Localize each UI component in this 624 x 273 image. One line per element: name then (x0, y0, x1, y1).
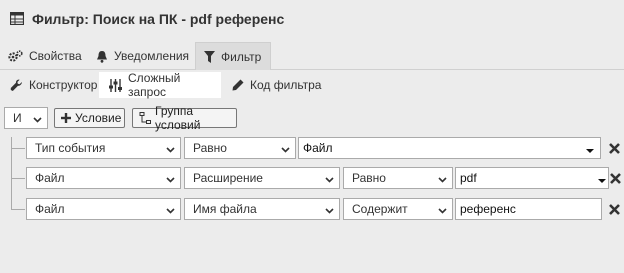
wrench-icon (10, 79, 23, 92)
close-icon (608, 142, 620, 154)
tab-properties-label: Свойства (29, 49, 82, 63)
chevron-down-icon (438, 204, 447, 218)
chevron-down-icon (281, 143, 290, 157)
pencil-icon (232, 79, 244, 91)
condition-operator-value: Содержит (352, 202, 408, 216)
bell-icon (96, 50, 108, 63)
filter-subtabs: Конструктор Сложный запрос Код фильтра (0, 71, 624, 100)
tab-properties[interactable]: Свойства (0, 42, 86, 70)
table-icon (9, 11, 25, 28)
tree-branch (11, 178, 25, 179)
sliders-icon (109, 78, 122, 92)
chevron-down-icon (33, 113, 42, 127)
logic-operator-select[interactable]: И (4, 107, 48, 129)
tree-branch (11, 209, 25, 210)
chevron-down-icon (438, 173, 447, 187)
chevron-down-icon (166, 143, 175, 157)
condition-subfield-select[interactable]: Расширение (184, 167, 340, 189)
subtab-complex-query-label: Сложный запрос (128, 71, 181, 99)
condition-value-input[interactable]: референс (455, 198, 602, 220)
close-icon (609, 172, 621, 184)
subtab-complex-query[interactable]: Сложный запрос (99, 71, 221, 99)
condition-operator-select[interactable]: Содержит (343, 198, 453, 220)
chevron-down-icon (166, 173, 175, 187)
caret-down-icon (586, 144, 594, 158)
sitemap-icon (139, 112, 151, 124)
chevron-down-icon (325, 173, 334, 187)
tab-filter-label: Фильтр (221, 49, 262, 64)
remove-condition-button[interactable] (607, 202, 621, 216)
subtab-filter-code[interactable]: Код фильтра (222, 72, 326, 98)
window-header: Фильтр: Поиск на ПК - pdf референс (0, 0, 624, 40)
tab-filter[interactable]: Фильтр (195, 42, 271, 70)
add-condition-button[interactable]: Условие (54, 108, 125, 128)
condition-value-select[interactable]: Файл (298, 137, 601, 159)
close-icon (608, 203, 620, 215)
tab-notifications-label: Уведомления (114, 49, 190, 63)
logic-operator-value: И (13, 111, 22, 125)
tab-notifications[interactable]: Уведомления (88, 42, 194, 70)
filter-icon (204, 50, 215, 63)
condition-operator-value: Равно (193, 141, 227, 155)
page-title: Фильтр: Поиск на ПК - pdf референс (32, 11, 285, 27)
condition-value: pdf (460, 171, 477, 185)
condition-field-value: Файл (35, 202, 65, 216)
add-group-label: Группа условий (155, 104, 201, 132)
gears-icon (8, 49, 23, 63)
chevron-down-icon (166, 204, 175, 218)
add-group-button[interactable]: Группа условий (132, 104, 237, 132)
condition-value: Файл (303, 141, 333, 155)
condition-field-value: Файл (35, 171, 65, 185)
main-tabs: Свойства Уведомления Фильтр (0, 40, 624, 70)
tree-branch (11, 148, 25, 149)
condition-subfield-value: Имя файла (193, 202, 257, 216)
chevron-down-icon (325, 204, 334, 218)
condition-field-value: Тип события (35, 141, 106, 155)
condition-value-select[interactable]: pdf (455, 167, 609, 189)
remove-condition-button[interactable] (608, 171, 622, 185)
plus-icon (61, 113, 71, 123)
caret-down-icon (598, 174, 606, 188)
subtab-filter-code-label: Код фильтра (250, 78, 322, 92)
condition-subfield-select[interactable]: Имя файла (184, 198, 340, 220)
subtab-constructor-label: Конструктор (29, 78, 98, 92)
subtab-constructor[interactable]: Конструктор (0, 72, 98, 98)
condition-field-select[interactable]: Тип события (26, 137, 181, 159)
remove-condition-button[interactable] (607, 141, 621, 155)
condition-field-select[interactable]: Файл (26, 167, 181, 189)
condition-subfield-value: Расширение (193, 171, 263, 185)
condition-operator-select[interactable]: Равно (343, 167, 453, 189)
add-condition-label: Условие (75, 111, 122, 125)
condition-field-select[interactable]: Файл (26, 198, 181, 220)
condition-operator-value: Равно (352, 171, 386, 185)
condition-value: референс (460, 202, 516, 216)
condition-operator-select[interactable]: Равно (184, 137, 296, 159)
